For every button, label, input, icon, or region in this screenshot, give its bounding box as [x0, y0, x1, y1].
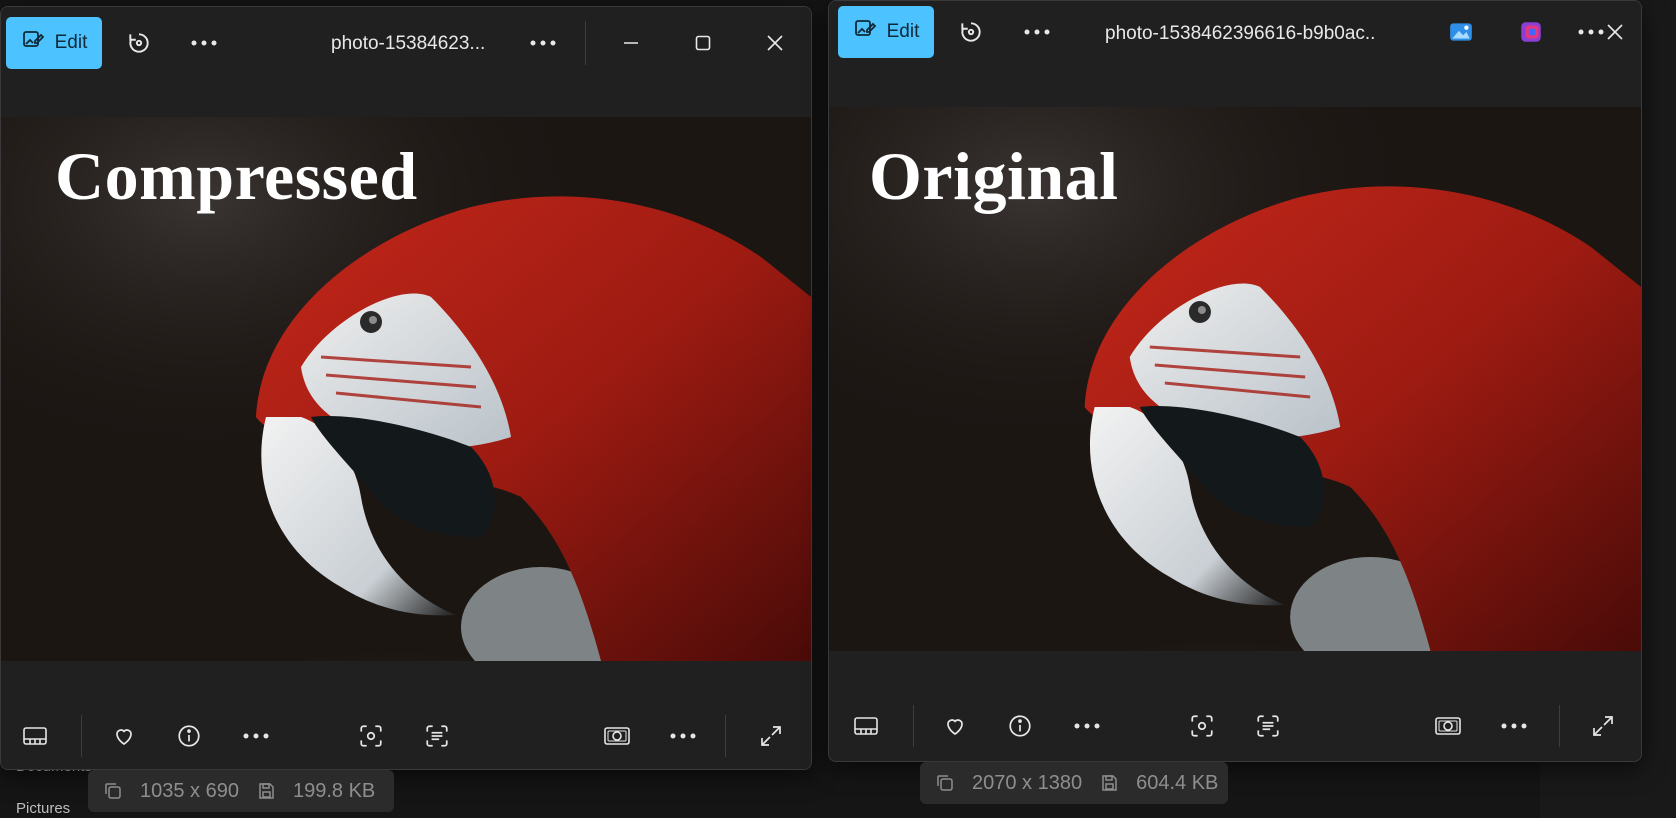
more-options-icon[interactable]	[238, 718, 274, 754]
edit-label: Edit	[886, 21, 920, 42]
visual-search-icon[interactable]	[353, 718, 389, 754]
rotate-icon[interactable]	[953, 14, 989, 50]
image-info-pill: 1035 x 690 199.8 KB	[88, 770, 394, 812]
title-bar: Edit photo-1538462396616-b9b0ac...	[829, 1, 1641, 73]
window-title: photo-1538462396616-b9b0ac...	[1105, 23, 1375, 44]
close-icon[interactable]	[1597, 14, 1633, 50]
edit-label: Edit	[54, 32, 88, 53]
heart-icon[interactable]	[106, 718, 142, 754]
title-bar: Edit photo-15384623...	[1, 7, 811, 79]
toolbar-divider	[81, 715, 82, 757]
fullscreen-icon[interactable]	[1585, 708, 1621, 744]
maximize-icon[interactable]	[685, 25, 721, 61]
title-more-icon[interactable]	[525, 25, 561, 61]
text-scan-icon[interactable]	[1250, 708, 1286, 744]
dimensions-icon	[934, 772, 956, 794]
filmstrip-icon[interactable]	[17, 718, 53, 754]
visual-search-icon[interactable]	[1184, 708, 1220, 744]
file-size: 199.8 KB	[292, 779, 376, 802]
filmstrip-icon[interactable]	[848, 708, 884, 744]
rotate-icon[interactable]	[121, 25, 157, 61]
toolbar-divider	[913, 705, 914, 747]
window-title: photo-15384623...	[331, 33, 486, 54]
overlay-label: Compressed	[55, 138, 418, 214]
edit-button[interactable]: Edit	[838, 6, 934, 58]
photo-editor-app-icon[interactable]	[1443, 14, 1479, 50]
info-icon[interactable]	[1002, 708, 1038, 744]
edit-image-icon	[21, 28, 45, 58]
clipchamp-app-icon[interactable]	[1513, 14, 1549, 50]
more-options-icon[interactable]	[665, 718, 701, 754]
text-scan-icon[interactable]	[419, 718, 455, 754]
slideshow-icon[interactable]	[599, 718, 635, 754]
dimensions-icon	[102, 780, 124, 802]
toolbar-divider	[1559, 705, 1560, 747]
sidebar-item-pictures[interactable]: Pictures	[16, 800, 70, 817]
toolbar-divider	[725, 715, 726, 757]
heart-icon[interactable]	[937, 708, 973, 744]
photos-window-compressed: Edit photo-15384623... Compressed	[0, 6, 812, 770]
overlay-label: Original	[869, 138, 1119, 214]
more-options-icon[interactable]	[1496, 708, 1532, 744]
save-disk-icon	[255, 780, 277, 802]
more-options-icon[interactable]	[1069, 708, 1105, 744]
edit-button[interactable]: Edit	[6, 17, 102, 69]
image-dimensions: 2070 x 1380	[972, 771, 1083, 794]
photos-window-original: Edit photo-1538462396616-b9b0ac... Origi…	[828, 0, 1642, 762]
edit-image-icon	[853, 17, 877, 47]
more-options-icon[interactable]	[186, 25, 222, 61]
save-disk-icon	[1098, 772, 1120, 794]
title-divider	[585, 21, 586, 65]
slideshow-icon[interactable]	[1430, 708, 1466, 744]
bottom-toolbar	[829, 693, 1641, 759]
bottom-toolbar	[1, 703, 811, 769]
photo-canvas[interactable]: Original	[829, 107, 1641, 651]
image-info-pill: 2070 x 1380 604.4 KB	[920, 762, 1228, 804]
info-icon[interactable]	[171, 718, 207, 754]
file-size: 604.4 KB	[1136, 771, 1219, 794]
photo-canvas[interactable]: Compressed	[1, 117, 811, 661]
more-options-icon[interactable]	[1019, 14, 1055, 50]
image-dimensions: 1035 x 690	[140, 779, 239, 802]
fullscreen-icon[interactable]	[753, 718, 789, 754]
minimize-icon[interactable]	[613, 25, 649, 61]
close-icon[interactable]	[757, 25, 793, 61]
